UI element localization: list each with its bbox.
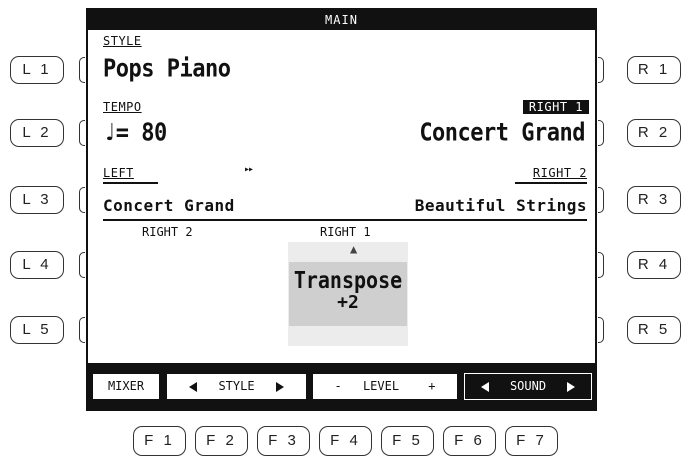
f1-button[interactable]: F 1 bbox=[133, 426, 186, 456]
popup-value: +2 bbox=[337, 292, 359, 313]
l4-button[interactable]: L 4 bbox=[10, 251, 64, 279]
right2-underline bbox=[515, 182, 587, 184]
r2-bracket bbox=[598, 120, 604, 146]
l2-button[interactable]: L 2 bbox=[10, 119, 64, 147]
level-plus: + bbox=[428, 379, 436, 393]
lcd-screen: MAIN STYLE Pops Piano TEMPO ♩= 80 RIGHT … bbox=[86, 8, 597, 411]
r1-button[interactable]: R 1 bbox=[627, 56, 681, 84]
r5-button[interactable]: R 5 bbox=[627, 316, 681, 344]
r2-button[interactable]: R 2 bbox=[627, 119, 681, 147]
r3-bracket bbox=[598, 187, 604, 213]
l1-button[interactable]: L 1 bbox=[10, 56, 64, 84]
note-icon: ♩ bbox=[103, 119, 116, 147]
l3-bracket bbox=[79, 187, 85, 213]
right2-label: RIGHT 2 bbox=[532, 166, 587, 180]
l5-bracket bbox=[79, 317, 85, 343]
level-minus: - bbox=[334, 379, 342, 393]
next-arrow-icon bbox=[275, 381, 284, 392]
style-label: STYLE bbox=[103, 34, 142, 48]
level-softkey-label: LEVEL bbox=[362, 379, 400, 393]
l5-button[interactable]: L 5 bbox=[10, 316, 64, 344]
split-arrow-icon: ▲ bbox=[350, 242, 358, 256]
keyboard-right1-label: RIGHT 1 bbox=[320, 225, 371, 239]
tempo-label: TEMPO bbox=[103, 100, 142, 114]
r1-bracket bbox=[598, 57, 604, 83]
prev-arrow-icon bbox=[480, 381, 489, 392]
f3-button[interactable]: F 3 bbox=[257, 426, 310, 456]
mixer-softkey[interactable]: MIXER bbox=[92, 373, 160, 400]
r3-button[interactable]: R 3 bbox=[627, 186, 681, 214]
play-indicator-icon: ▸▸ bbox=[244, 164, 254, 175]
r4-bracket bbox=[598, 252, 604, 278]
l3-button[interactable]: L 3 bbox=[10, 186, 64, 214]
transpose-popup: Transpose +2 bbox=[289, 262, 407, 326]
popup-title: Transpose bbox=[293, 266, 403, 294]
prev-arrow-icon bbox=[189, 381, 198, 392]
divider-line bbox=[103, 219, 587, 221]
f5-button[interactable]: F 5 bbox=[381, 426, 434, 456]
tempo-value: = 80 bbox=[115, 119, 167, 147]
l2-bracket bbox=[79, 120, 85, 146]
right2-voice-value[interactable]: Beautiful Strings bbox=[415, 196, 587, 215]
sound-softkey[interactable]: SOUND bbox=[464, 373, 592, 400]
l4-bracket bbox=[79, 252, 85, 278]
keyboard-right2-label: RIGHT 2 bbox=[142, 225, 193, 239]
next-arrow-icon bbox=[567, 381, 576, 392]
f4-button[interactable]: F 4 bbox=[319, 426, 372, 456]
style-softkey[interactable]: STYLE bbox=[166, 373, 307, 400]
r5-bracket bbox=[598, 317, 604, 343]
left-voice-value[interactable]: Concert Grand bbox=[103, 196, 235, 215]
left-label: LEFT bbox=[103, 166, 134, 180]
r4-button[interactable]: R 4 bbox=[627, 251, 681, 279]
right1-label: RIGHT 1 bbox=[522, 100, 589, 114]
f6-button[interactable]: F 6 bbox=[443, 426, 496, 456]
left-underline bbox=[103, 182, 158, 184]
sound-softkey-label: SOUND bbox=[509, 379, 547, 393]
screen-title: MAIN bbox=[88, 10, 595, 30]
f2-button[interactable]: F 2 bbox=[195, 426, 248, 456]
tempo-display[interactable]: ♩= 80 bbox=[103, 119, 167, 147]
right1-value[interactable]: Concert Grand bbox=[419, 119, 585, 147]
style-softkey-label: STYLE bbox=[218, 379, 255, 393]
l1-bracket bbox=[79, 57, 85, 83]
softkey-bar: MIXER STYLE - LEVEL + SOUND bbox=[88, 363, 595, 409]
f7-button[interactable]: F 7 bbox=[505, 426, 558, 456]
style-value[interactable]: Pops Piano bbox=[103, 55, 231, 83]
level-softkey[interactable]: - LEVEL + bbox=[312, 373, 458, 400]
